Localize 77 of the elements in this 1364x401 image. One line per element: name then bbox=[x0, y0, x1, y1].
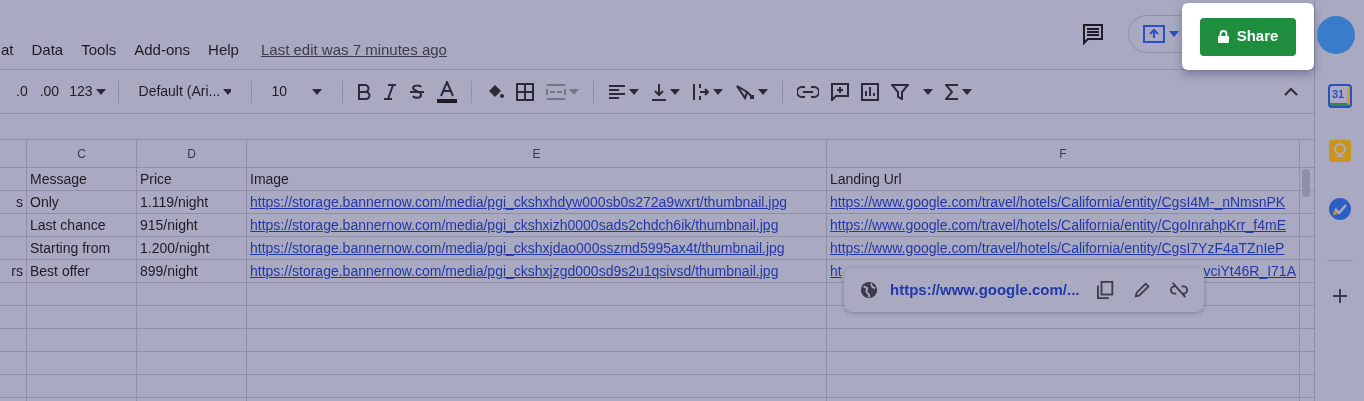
vertical-align-icon[interactable] bbox=[650, 82, 667, 101]
table-cell-text: Landing Url bbox=[830, 169, 902, 189]
cell-link[interactable]: https://storage.bannernow.com/media/pgi_ckshxizh0000sads2chdch6ik/thumbnail.jpg bbox=[250, 214, 779, 236]
filter-icon[interactable] bbox=[890, 83, 909, 100]
table-cell-text: Best offer bbox=[30, 261, 90, 281]
scrollbar-thumb[interactable] bbox=[1302, 169, 1310, 197]
pencil-icon[interactable] bbox=[1133, 281, 1150, 299]
caret-icon bbox=[95, 88, 106, 95]
align-left-icon[interactable] bbox=[607, 84, 626, 99]
text-color-icon[interactable] bbox=[436, 80, 457, 103]
task-icon[interactable] bbox=[1328, 198, 1351, 220]
collapse-icon[interactable] bbox=[1284, 87, 1298, 96]
upload-icon bbox=[1143, 25, 1165, 43]
plus-icon[interactable] bbox=[1332, 289, 1347, 303]
caret-icon bbox=[757, 88, 768, 95]
caret-icon bbox=[961, 88, 972, 95]
cell-link[interactable]: https://www.google.com/travel/hotels/California/entity/CgoInrahpKrr_f4mE bbox=[830, 214, 1286, 236]
caret-icon bbox=[712, 88, 723, 95]
share-button[interactable]: Share bbox=[1200, 17, 1296, 56]
caret-icon bbox=[669, 88, 680, 95]
menu-item[interactable]: at bbox=[1, 38, 14, 61]
text-wrap-icon[interactable] bbox=[691, 82, 710, 101]
table-cell-text: rs bbox=[11, 261, 23, 281]
unlink-icon[interactable] bbox=[1169, 281, 1188, 299]
add-comment-icon[interactable] bbox=[830, 82, 849, 101]
link-url[interactable]: https://www.google.com/... bbox=[890, 278, 1080, 302]
cell-link[interactable]: https://storage.bannernow.com/media/pgi_ckshxhdyw000sb0s272a9wxrt/thumbnail.jpg bbox=[250, 191, 787, 213]
caret-icon[interactable] bbox=[922, 88, 933, 95]
link-icon[interactable] bbox=[796, 85, 819, 98]
column-header[interactable]: F bbox=[1059, 144, 1067, 163]
cell-link[interactable]: https://storage.bannernow.com/media/pgi_ckshxjdao000sszmd5995ax4t/thumbnail.jpg bbox=[250, 237, 785, 259]
globe-icon bbox=[860, 280, 879, 300]
cell-link[interactable]: https://www.google.com/travel/hotels/California/entity/CgsI7YzF4aTZnIeP bbox=[830, 237, 1285, 259]
copy-icon[interactable] bbox=[1097, 280, 1114, 300]
caret-icon bbox=[628, 88, 639, 95]
caret-icon bbox=[1169, 31, 1179, 37]
caret-icon bbox=[568, 88, 579, 95]
table-cell-text: Starting from bbox=[30, 238, 111, 258]
cell-link[interactable]: vciYt46R_I71A bbox=[1203, 260, 1296, 282]
menu-item[interactable]: Tools bbox=[81, 38, 117, 61]
table-cell-text: Image bbox=[250, 169, 289, 189]
table-cell-text: 915/night bbox=[140, 215, 198, 235]
number-format-dropdown[interactable]: 123 bbox=[67, 81, 108, 102]
table-cell-text: 1.119/night bbox=[140, 192, 209, 212]
caret-icon bbox=[311, 88, 322, 95]
cell-link[interactable]: ht bbox=[830, 260, 842, 282]
strikethrough-icon[interactable] bbox=[408, 83, 425, 100]
bold-icon[interactable] bbox=[356, 83, 371, 100]
menu-item[interactable]: Help bbox=[208, 38, 239, 61]
column-header[interactable]: E bbox=[532, 144, 541, 163]
cell-link[interactable]: https://storage.bannernow.com/media/pgi_ckshxjzgd000sd9s2u1qsivsd/thumbnail.jpg bbox=[250, 260, 779, 282]
cell-link[interactable]: https://www.google.com/travel/hotels/California/entity/CgsI4M-_nNmsnPK bbox=[830, 191, 1286, 213]
table-cell-text: Last chance bbox=[30, 215, 106, 235]
lock-icon bbox=[1217, 30, 1229, 43]
table-cell-text: 899/night bbox=[140, 261, 198, 281]
table-cell-text: 1.200/night bbox=[140, 238, 210, 258]
table-cell-text: s bbox=[16, 192, 23, 212]
column-header[interactable]: D bbox=[187, 144, 196, 163]
calendar-icon[interactable]: 31 bbox=[1329, 86, 1350, 106]
menu-item[interactable]: Data bbox=[31, 38, 64, 61]
caret-icon bbox=[223, 88, 231, 95]
font-size-dropdown[interactable]: 10 bbox=[261, 81, 332, 102]
column-header[interactable]: C bbox=[77, 144, 86, 163]
comment-icon[interactable] bbox=[1081, 22, 1105, 46]
borders-icon[interactable] bbox=[515, 82, 534, 101]
font-dropdown[interactable]: Default (Ari... bbox=[128, 81, 241, 102]
menu-item[interactable]: Add-ons bbox=[134, 38, 191, 61]
sum-icon[interactable] bbox=[944, 83, 959, 100]
table-cell-text: Price bbox=[140, 169, 172, 189]
decrease-decimal-button[interactable]: .0 bbox=[12, 81, 32, 102]
text-rotate-icon[interactable] bbox=[734, 82, 755, 101]
table-cell-text: Only bbox=[30, 192, 59, 212]
chart-icon[interactable] bbox=[860, 82, 879, 101]
italic-icon[interactable] bbox=[382, 83, 397, 100]
table-cell-text: Message bbox=[30, 169, 87, 189]
increase-decimal-button[interactable]: .00 bbox=[35, 81, 64, 102]
last-edit-link[interactable]: Last edit was 7 minutes ago bbox=[260, 38, 447, 61]
